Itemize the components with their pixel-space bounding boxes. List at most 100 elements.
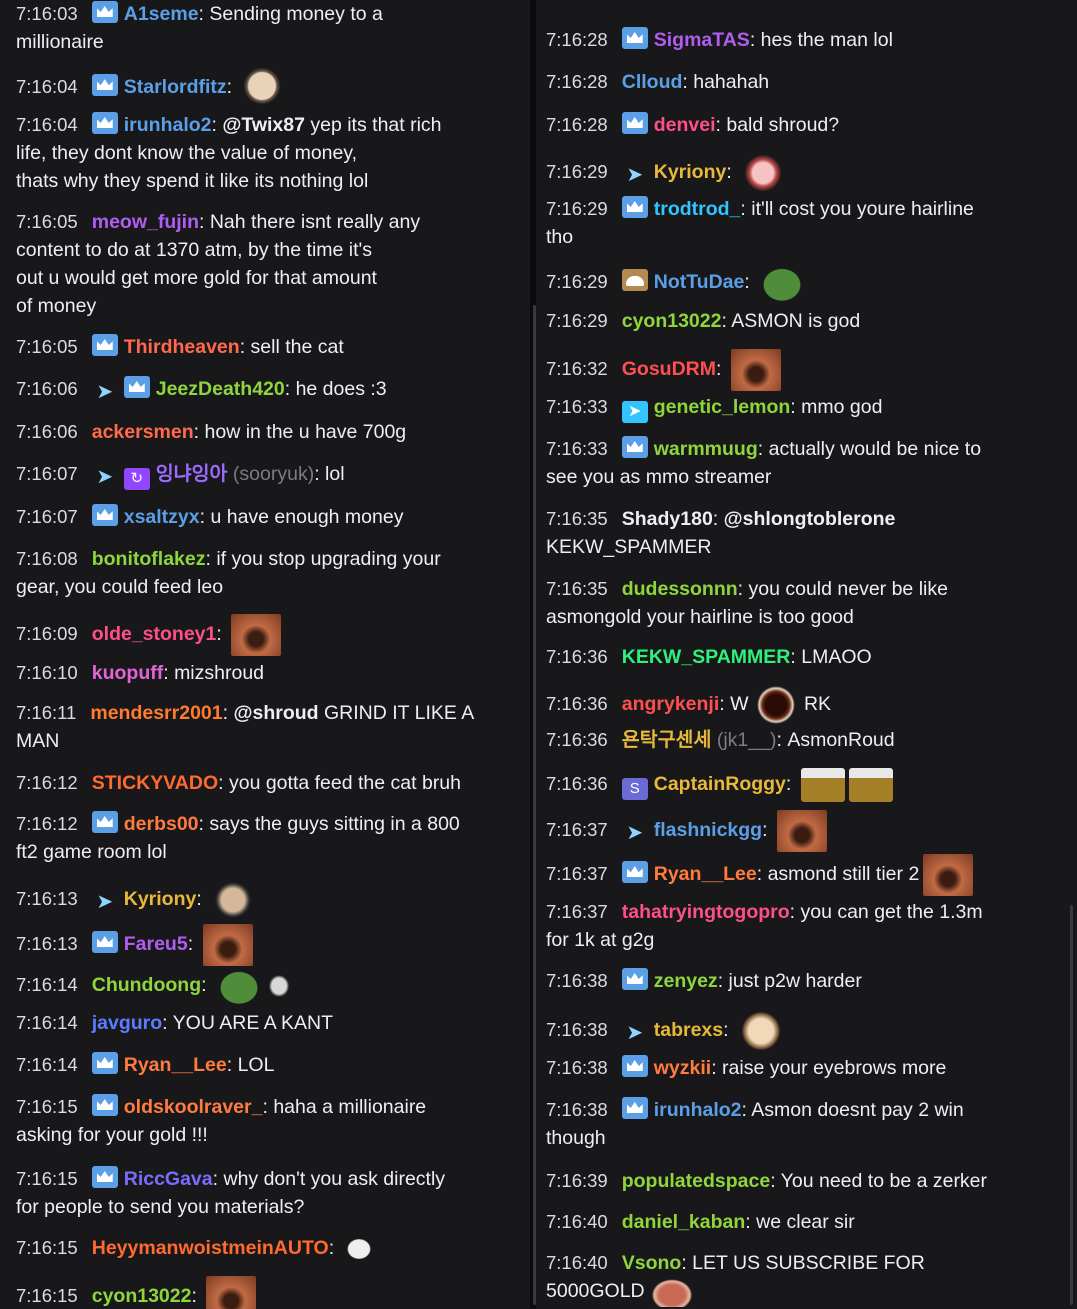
chat-username[interactable]: Shady180	[622, 508, 713, 530]
chat-username[interactable]: xsaltzyx	[124, 506, 200, 528]
chat-username[interactable]: Ryan__Lee	[654, 863, 757, 885]
chat-username[interactable]: Kyriony	[654, 161, 727, 183]
chat-username[interactable]: HeyymanwoistmeinAUTO	[92, 1237, 329, 1259]
chat-username[interactable]: Vsono	[622, 1252, 682, 1274]
gold-emote-icon[interactable]	[848, 768, 893, 802]
chat-username[interactable]: mendesrr2001	[90, 702, 222, 724]
chat-username[interactable]: dudessonnn	[622, 578, 738, 600]
man-emote-icon[interactable]	[211, 881, 256, 919]
prime-crown-badge-icon[interactable]	[621, 196, 648, 218]
chat-username[interactable]: CaptainRoggy	[654, 773, 786, 795]
prime-crown-badge-icon[interactable]	[91, 74, 118, 97]
chat-username[interactable]: olde_stoney1	[92, 623, 217, 645]
chat-username[interactable]: JeezDeath420	[156, 378, 285, 400]
prime-crown-badge-icon[interactable]	[91, 1094, 118, 1116]
chat-username[interactable]: wyzkii	[654, 1057, 711, 1079]
chat-username[interactable]: angrykenji	[622, 693, 720, 715]
prime-crown-badge-icon[interactable]	[621, 968, 648, 990]
prime-crown-badge-icon[interactable]	[91, 1, 118, 23]
chat-username[interactable]: denvei	[654, 114, 716, 136]
face-emote-icon[interactable]	[206, 1276, 257, 1309]
chat-username[interactable]: Kyriony	[124, 888, 197, 910]
chat-username[interactable]: cyon13022	[622, 310, 722, 332]
prime-crown-badge-icon[interactable]	[621, 112, 648, 134]
chat-username[interactable]: 욘탁구센세	[622, 729, 712, 751]
chat-username[interactable]: SigmaTAS	[654, 29, 750, 51]
prime-crown-badge-icon[interactable]	[91, 1166, 118, 1188]
prime-crown-badge-icon[interactable]	[91, 334, 118, 356]
ghost-emote-icon[interactable]	[343, 1235, 374, 1262]
chat-username[interactable]: RiccGava	[124, 1168, 213, 1190]
chat-username-alt[interactable]: (sooryuk)	[233, 463, 314, 485]
chat-username[interactable]: Starlordfitz	[124, 76, 227, 98]
chat-username[interactable]: NotTuDae	[654, 271, 745, 293]
chat-username[interactable]: Thirdheaven	[124, 336, 240, 358]
hype-badge-icon[interactable]: ➤	[92, 381, 118, 403]
face-emote-icon[interactable]	[231, 614, 282, 656]
chat-username[interactable]: cyon13022	[92, 1285, 192, 1307]
chat-username[interactable]: Chundoong	[92, 974, 201, 996]
hype-badge-icon[interactable]: ➤	[622, 1022, 648, 1044]
pepe-emote-icon[interactable]	[759, 265, 806, 301]
sub-badge-icon[interactable]: ↻	[123, 468, 150, 490]
prime-crown-badge-icon[interactable]	[621, 1055, 648, 1077]
chat-username[interactable]: 잉냐잉아	[156, 463, 228, 485]
chat-username[interactable]: javguro	[92, 1012, 162, 1034]
chat-username[interactable]: populatedspace	[622, 1170, 770, 1192]
chat-username[interactable]: daniel_kaban	[622, 1211, 746, 1233]
chat-username[interactable]: KEKW_SPAMMER	[622, 646, 791, 668]
user-mention[interactable]: @shlongtoblerone	[724, 508, 896, 530]
chat-username[interactable]: GosuDRM	[622, 358, 716, 380]
chat-username[interactable]: warmmuug	[654, 438, 758, 460]
feather-emote-icon[interactable]	[265, 972, 292, 1000]
chat-username[interactable]: A1seme	[124, 3, 199, 25]
prime-crown-badge-icon[interactable]	[91, 504, 118, 526]
prime-crown-badge-icon[interactable]	[621, 27, 648, 49]
chat-column-left[interactable]: 7:16:03 A1seme: Sending money to a million…	[0, 0, 530, 1309]
chat-username[interactable]: trodtrod_	[654, 198, 741, 220]
pepe-emote-icon[interactable]	[215, 968, 262, 1004]
chat-username[interactable]: Ryan__Lee	[124, 1054, 227, 1076]
prime-crown-badge-icon[interactable]	[91, 931, 118, 954]
chat-username[interactable]: kuopuff	[92, 662, 163, 684]
chat-username[interactable]: tabrexs	[654, 1019, 723, 1041]
chat-username[interactable]: Clloud	[622, 71, 683, 93]
face-emote-icon[interactable]	[202, 924, 253, 966]
chat-username[interactable]: zenyez	[654, 970, 718, 992]
hype-badge-icon[interactable]: ➤	[92, 466, 118, 488]
hype-badge-icon[interactable]: ➤	[621, 401, 648, 423]
chat-username[interactable]: genetic_lemon	[654, 396, 791, 418]
chat-username[interactable]: tahatryingtogopro	[622, 901, 790, 923]
chat-username[interactable]: flashnickgg	[654, 819, 762, 841]
bald-emote-icon[interactable]	[241, 68, 282, 108]
user-mention[interactable]: @Twix87	[222, 114, 305, 136]
prime-crown-badge-icon[interactable]	[123, 376, 150, 398]
prime-crown-badge-icon[interactable]	[91, 1052, 118, 1074]
chat-username[interactable]: Fareu5	[124, 933, 188, 955]
user-mention[interactable]: @shroud	[233, 702, 318, 724]
chat-username[interactable]: ackersmen	[92, 421, 194, 443]
chat-username[interactable]: derbs00	[124, 813, 199, 835]
chat-username[interactable]: irunhalo2	[124, 114, 212, 136]
hype-badge-icon[interactable]: ➤	[622, 822, 648, 844]
hype-badge-icon[interactable]: ➤	[92, 891, 118, 913]
gem-badge-icon[interactable]: S	[621, 778, 648, 801]
hat-badge-icon[interactable]	[621, 269, 648, 292]
laugh-emote-icon[interactable]	[737, 1010, 784, 1052]
prime-crown-badge-icon[interactable]	[621, 861, 648, 884]
scrollbar-left[interactable]	[533, 305, 536, 1305]
chat-username[interactable]: bonitoflakez	[92, 548, 206, 570]
hype-badge-icon[interactable]: ➤	[622, 164, 648, 186]
gold-emote-icon[interactable]	[800, 768, 845, 802]
prime-crown-badge-icon[interactable]	[91, 112, 118, 134]
chat-username-alt[interactable]: (jk1__)	[717, 729, 777, 751]
chat-username[interactable]: oldskoolraver_	[124, 1096, 263, 1118]
hole-emote-icon[interactable]	[752, 685, 799, 725]
prime-crown-badge-icon[interactable]	[621, 1097, 648, 1119]
scrollbar-right[interactable]	[1070, 905, 1073, 1305]
lips-emote-icon[interactable]	[648, 1277, 695, 1307]
prime-crown-badge-icon[interactable]	[621, 436, 648, 458]
chat-column-right[interactable]: 7:16:28 SigmaTAS: hes the man lol 7:16:28 C…	[536, 0, 1077, 1309]
chat-username[interactable]: meow_fujin	[92, 211, 199, 233]
face-emote-icon[interactable]	[730, 349, 781, 391]
